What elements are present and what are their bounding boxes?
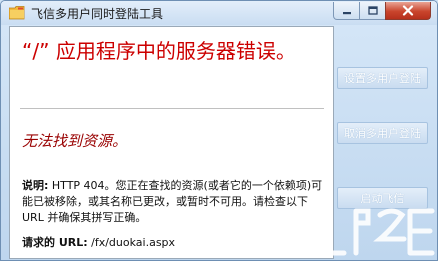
requested-url: 请求的 URL: /fx/duokai.aspx xyxy=(22,234,175,250)
launch-fetion-button[interactable]: 启动飞信 xyxy=(337,187,428,209)
url-label: 请求的 URL: xyxy=(22,236,88,249)
window-title: 飞信多用户同时登陆工具 xyxy=(31,7,164,21)
error-subheading: 无法找到资源。 xyxy=(22,132,128,150)
description-label: 说明: xyxy=(22,179,49,192)
error-heading: “/” 应用程序中的服务器错误。 xyxy=(22,39,296,63)
url-value: /fx/duokai.aspx xyxy=(87,236,176,249)
cancel-multi-login-button[interactable]: 取消多用户登陆 xyxy=(337,122,428,144)
divider xyxy=(20,108,324,109)
maximize-button[interactable] xyxy=(359,2,386,20)
title-bar[interactable]: 飞信多用户同时登陆工具 xyxy=(1,1,437,25)
description-text: HTTP 404。您正在查找的资源(或者它的一个依赖项)可能已被移除，或其名称已… xyxy=(22,179,323,224)
error-description: 说明: HTTP 404。您正在查找的资源(或者它的一个依赖项)可能已被移除，或… xyxy=(22,178,326,226)
app-window: 飞信多用户同时登陆工具 “/” 应用程序中的服务器错误。 无法找到资源。 说明:… xyxy=(0,0,438,261)
embedded-web-view[interactable]: “/” 应用程序中的服务器错误。 无法找到资源。 说明: HTTP 404。您正… xyxy=(9,26,334,259)
close-icon xyxy=(402,5,414,16)
close-button[interactable] xyxy=(385,2,431,20)
maximize-icon xyxy=(367,6,378,15)
app-folder-icon xyxy=(9,6,25,20)
setup-multi-login-button[interactable]: 设置多用户登陆 xyxy=(337,67,428,89)
minimize-icon xyxy=(342,11,351,14)
minimize-button[interactable] xyxy=(333,2,360,20)
